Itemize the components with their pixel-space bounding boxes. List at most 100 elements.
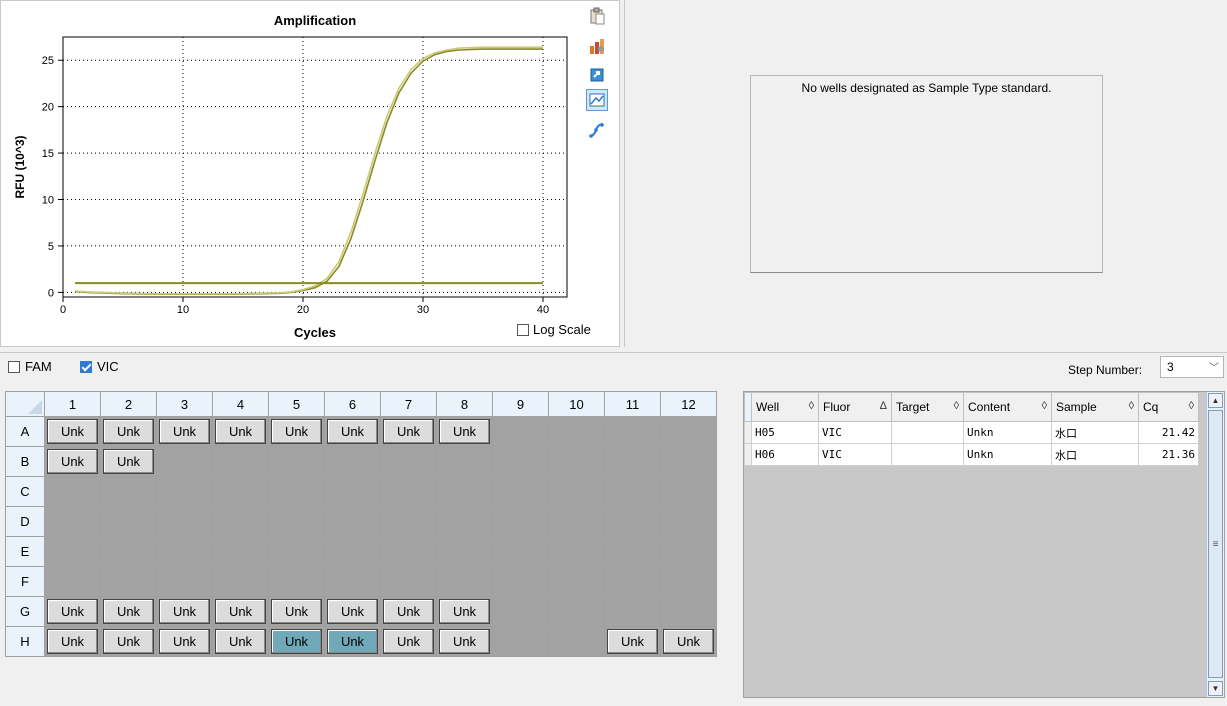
plate-row-header[interactable]: A: [5, 416, 45, 447]
well-button[interactable]: Unk: [327, 419, 378, 444]
well-button[interactable]: Unk: [271, 599, 322, 624]
plate-well-B1[interactable]: Unk: [44, 446, 101, 477]
plate-well-A11[interactable]: [604, 416, 661, 447]
plate-well-C11[interactable]: [604, 476, 661, 507]
plate-row-header[interactable]: H: [5, 626, 45, 657]
plate-well-E1[interactable]: [44, 536, 101, 567]
clipboard-icon[interactable]: [586, 5, 608, 27]
well-button[interactable]: Unk: [607, 629, 658, 654]
plate-well-A12[interactable]: [660, 416, 717, 447]
plate-well-H12[interactable]: Unk: [660, 626, 717, 657]
plate-well-B9[interactable]: [492, 446, 549, 477]
well-button[interactable]: Unk: [215, 419, 266, 444]
plate-well-C10[interactable]: [548, 476, 605, 507]
plate-well-E2[interactable]: [100, 536, 157, 567]
well-button[interactable]: Unk: [103, 449, 154, 474]
plate-well-D8[interactable]: [436, 506, 493, 537]
log-scale-checkbox[interactable]: [517, 323, 529, 336]
well-button[interactable]: Unk: [47, 599, 98, 624]
plate-well-D2[interactable]: [100, 506, 157, 537]
plate-well-A3[interactable]: Unk: [156, 416, 213, 447]
plate-well-F5[interactable]: [268, 566, 325, 597]
table-row[interactable]: H06 VIC Unkn 水口 21.36: [744, 443, 1199, 466]
plate-well-E4[interactable]: [212, 536, 269, 567]
plate-well-G5[interactable]: Unk: [268, 596, 325, 627]
plate-well-C5[interactable]: [268, 476, 325, 507]
plate-well-A6[interactable]: Unk: [324, 416, 381, 447]
plate-well-A2[interactable]: Unk: [100, 416, 157, 447]
plate-well-A1[interactable]: Unk: [44, 416, 101, 447]
plate-well-F10[interactable]: [548, 566, 605, 597]
plate-column-header[interactable]: 1: [44, 391, 101, 417]
plate-well-B6[interactable]: [324, 446, 381, 477]
plate-column-header[interactable]: 9: [492, 391, 549, 417]
plate-well-A10[interactable]: [548, 416, 605, 447]
plate-column-header[interactable]: 11: [604, 391, 661, 417]
plate-well-H4[interactable]: Unk: [212, 626, 269, 657]
plate-well-D7[interactable]: [380, 506, 437, 537]
plate-well-F8[interactable]: [436, 566, 493, 597]
plate-well-D3[interactable]: [156, 506, 213, 537]
plate-well-F9[interactable]: [492, 566, 549, 597]
plate-well-H10[interactable]: [548, 626, 605, 657]
plate-well-H6[interactable]: Unk: [324, 626, 381, 657]
plate-well-F2[interactable]: [100, 566, 157, 597]
plate-row-header[interactable]: C: [5, 476, 45, 507]
well-button[interactable]: Unk: [271, 629, 322, 654]
plate-well-G9[interactable]: [492, 596, 549, 627]
plate-well-B12[interactable]: [660, 446, 717, 477]
well-button[interactable]: Unk: [383, 629, 434, 654]
column-header-cq[interactable]: Cq ◊: [1138, 392, 1199, 422]
plate-row-header[interactable]: F: [5, 566, 45, 597]
plate-well-F6[interactable]: [324, 566, 381, 597]
column-header-content[interactable]: Content ◊: [963, 392, 1052, 422]
plate-well-B3[interactable]: [156, 446, 213, 477]
fam-checkbox[interactable]: [8, 360, 20, 373]
step-number-select[interactable]: 3 ﹀: [1160, 356, 1224, 378]
plate-well-E5[interactable]: [268, 536, 325, 567]
plate-well-C4[interactable]: [212, 476, 269, 507]
well-button[interactable]: Unk: [663, 629, 714, 654]
well-button[interactable]: Unk: [103, 629, 154, 654]
plate-well-D12[interactable]: [660, 506, 717, 537]
row-selector[interactable]: [744, 421, 752, 444]
plate-well-D10[interactable]: [548, 506, 605, 537]
plate-well-B2[interactable]: Unk: [100, 446, 157, 477]
plate-well-C6[interactable]: [324, 476, 381, 507]
plate-well-G10[interactable]: [548, 596, 605, 627]
plate-column-header[interactable]: 5: [268, 391, 325, 417]
plate-column-header[interactable]: 8: [436, 391, 493, 417]
plate-well-A4[interactable]: Unk: [212, 416, 269, 447]
plate-well-H8[interactable]: Unk: [436, 626, 493, 657]
plate-well-F1[interactable]: [44, 566, 101, 597]
zoom-chart-icon[interactable]: [586, 89, 608, 111]
plate-well-D1[interactable]: [44, 506, 101, 537]
plate-well-B11[interactable]: [604, 446, 661, 477]
well-button[interactable]: Unk: [439, 599, 490, 624]
plate-well-H5[interactable]: Unk: [268, 626, 325, 657]
plate-well-A5[interactable]: Unk: [268, 416, 325, 447]
plate-column-header[interactable]: 7: [380, 391, 437, 417]
plate-column-header[interactable]: 6: [324, 391, 381, 417]
plate-well-B7[interactable]: [380, 446, 437, 477]
well-button[interactable]: Unk: [439, 419, 490, 444]
plate-well-C12[interactable]: [660, 476, 717, 507]
plate-well-B8[interactable]: [436, 446, 493, 477]
plate-well-D9[interactable]: [492, 506, 549, 537]
well-button[interactable]: Unk: [159, 629, 210, 654]
plate-well-C3[interactable]: [156, 476, 213, 507]
well-button[interactable]: Unk: [383, 419, 434, 444]
column-header-fluor[interactable]: Fluor Δ: [818, 392, 892, 422]
plate-well-G12[interactable]: [660, 596, 717, 627]
plate-well-B5[interactable]: [268, 446, 325, 477]
plate-well-G8[interactable]: Unk: [436, 596, 493, 627]
fam-toggle[interactable]: FAM: [8, 359, 52, 374]
plate-well-E11[interactable]: [604, 536, 661, 567]
plate-well-H11[interactable]: Unk: [604, 626, 661, 657]
plate-row-header[interactable]: B: [5, 446, 45, 477]
scrollbar-thumb[interactable]: ≡: [1208, 410, 1223, 678]
row-selector[interactable]: [744, 443, 752, 466]
plate-well-E12[interactable]: [660, 536, 717, 567]
plate-row-header[interactable]: E: [5, 536, 45, 567]
plate-well-C9[interactable]: [492, 476, 549, 507]
